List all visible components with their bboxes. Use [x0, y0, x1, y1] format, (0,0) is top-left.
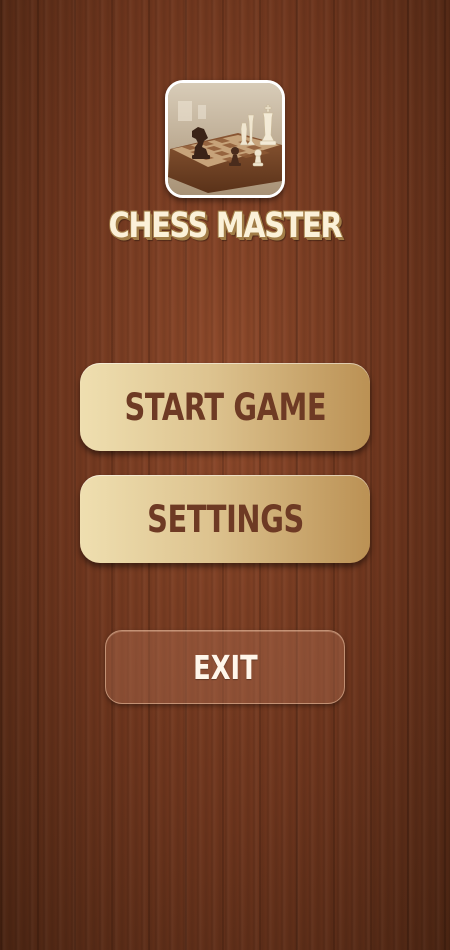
settings-button[interactable]: SETTINGS [80, 475, 370, 563]
start-game-button[interactable]: START GAME [80, 363, 370, 451]
exit-label: EXIT [192, 647, 258, 687]
chess-board-icon [168, 83, 282, 195]
start-game-label: START GAME [124, 385, 326, 429]
game-title: CHESS MASTER [108, 206, 343, 246]
settings-label: SETTINGS [146, 497, 304, 541]
exit-button[interactable]: EXIT [105, 630, 345, 704]
app-logo [165, 80, 285, 198]
